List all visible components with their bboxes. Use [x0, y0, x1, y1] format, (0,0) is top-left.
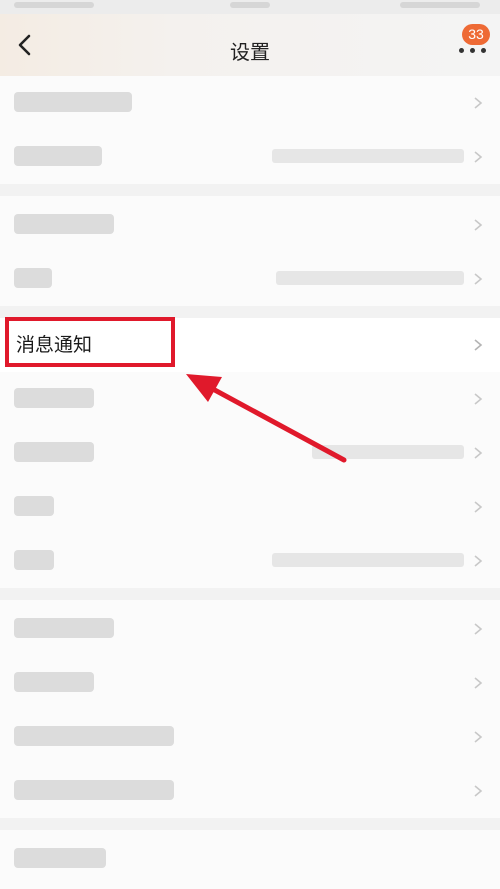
settings-row-blurred[interactable]	[0, 426, 500, 480]
settings-group-1	[0, 76, 500, 184]
settings-row-blurred[interactable]	[0, 764, 500, 818]
chevron-right-icon	[474, 339, 483, 351]
settings-row-blurred[interactable]	[0, 832, 500, 886]
chevron-right-icon	[474, 731, 483, 743]
chevron-right-icon	[474, 555, 483, 567]
notification-badge: 33	[462, 24, 490, 45]
settings-row-blurred[interactable]	[0, 130, 500, 184]
settings-row-blurred[interactable]	[0, 480, 500, 534]
settings-row-blurred[interactable]	[0, 76, 500, 130]
chevron-right-icon	[474, 785, 483, 797]
settings-row-blurred[interactable]	[0, 656, 500, 710]
chevron-right-icon	[474, 623, 483, 635]
chevron-right-icon	[474, 151, 483, 163]
settings-row-blurred[interactable]	[0, 198, 500, 252]
status-bar	[0, 0, 500, 14]
chevron-right-icon	[474, 273, 483, 285]
settings-group-2	[0, 196, 500, 306]
highlight-box	[5, 317, 175, 367]
settings-group-5	[0, 830, 500, 889]
settings-row-blurred[interactable]	[0, 534, 500, 588]
settings-row-blurred[interactable]	[0, 372, 500, 426]
settings-row-blurred[interactable]	[0, 602, 500, 656]
chevron-right-icon	[474, 219, 483, 231]
navigation-bar: 设置 33	[0, 14, 500, 76]
chevron-right-icon	[474, 393, 483, 405]
chevron-right-icon	[474, 97, 483, 109]
more-dots-icon[interactable]	[458, 44, 488, 56]
settings-row-blurred[interactable]	[0, 252, 500, 306]
page-title: 设置	[230, 40, 270, 64]
chevron-right-icon	[474, 677, 483, 689]
chevron-right-icon	[474, 501, 483, 513]
chevron-right-icon	[474, 447, 483, 459]
settings-row-blurred[interactable]	[0, 710, 500, 764]
settings-group-4	[0, 600, 500, 818]
